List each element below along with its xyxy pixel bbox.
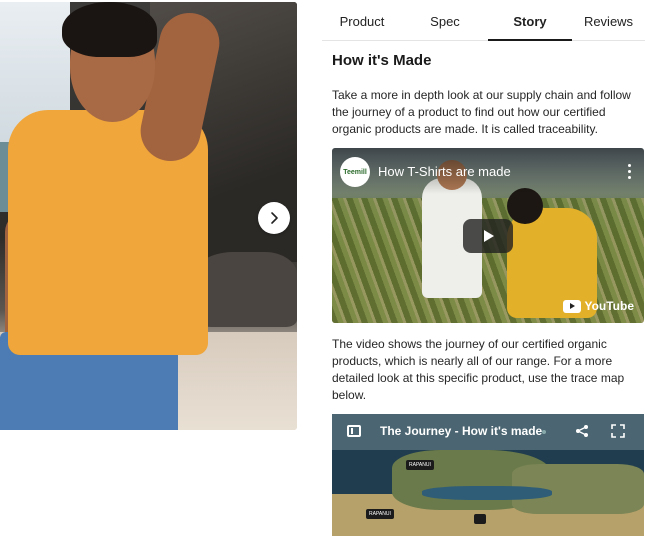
map-marker[interactable]: RAPANUI <box>406 460 434 470</box>
tab-reviews[interactable]: Reviews <box>572 8 645 40</box>
map-marker[interactable]: RAPANUI <box>366 509 394 519</box>
sidebar-toggle-icon[interactable] <box>347 425 361 437</box>
map-sea <box>422 486 552 500</box>
video-embed[interactable]: Teemill How T-Shirts are made YouTube <box>332 148 644 323</box>
play-icon <box>484 230 494 242</box>
video-description: The video shows the journey of our certi… <box>332 337 625 402</box>
map-marker-pin[interactable] <box>474 514 486 524</box>
gallery-next-button[interactable] <box>258 202 290 234</box>
product-tabs: Product Spec Story Reviews <box>322 8 645 41</box>
video-title[interactable]: How T-Shirts are made <box>378 164 511 179</box>
play-button[interactable] <box>463 219 513 253</box>
model-hair <box>62 2 157 57</box>
tab-spec[interactable]: Spec <box>402 8 488 40</box>
tab-story[interactable]: Story <box>488 8 572 41</box>
trace-map-embed[interactable]: The Journey - How it's made RAPANUI RAPA… <box>332 414 644 536</box>
map-title: The Journey - How it's made <box>380 424 543 438</box>
youtube-icon <box>563 299 582 313</box>
intro-paragraph: Take a more in depth look at our supply … <box>332 88 631 136</box>
section-heading: How it's Made <box>332 52 432 69</box>
youtube-logo[interactable]: YouTube <box>563 299 634 313</box>
status-dot <box>542 430 546 434</box>
share-icon[interactable] <box>575 424 589 438</box>
youtube-label: YouTube <box>584 299 634 313</box>
chevron-right-icon <box>271 212 278 224</box>
product-image <box>0 2 297 430</box>
kebab-menu-icon[interactable] <box>628 164 632 180</box>
channel-logo[interactable]: Teemill <box>340 157 370 187</box>
tab-product[interactable]: Product <box>322 8 402 40</box>
fullscreen-icon[interactable] <box>611 424 625 438</box>
